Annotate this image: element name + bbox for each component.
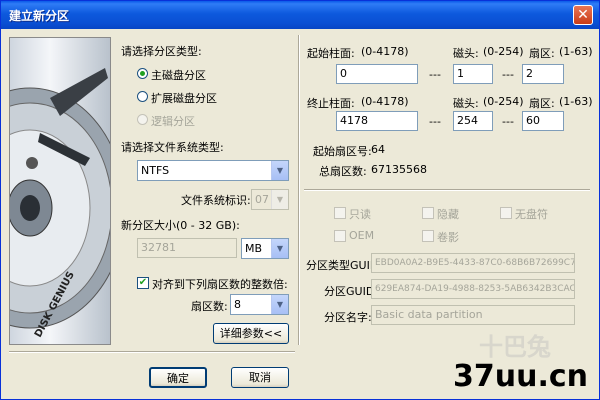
no-letter-label: 无盘符 <box>515 208 548 221</box>
shadow-label: 卷影 <box>437 231 459 244</box>
shadow-checkbox <box>422 230 434 242</box>
cancel-button[interactable]: 取消 <box>231 367 289 388</box>
chevron-down-icon: ▼ <box>271 295 288 314</box>
radio-primary-label[interactable]: 主磁盘分区 <box>151 67 206 83</box>
radio-extended-label[interactable]: 扩展磁盘分区 <box>151 90 217 106</box>
start-cyl-input[interactable]: 0 <box>336 64 418 84</box>
align-checkbox[interactable]: ✔ <box>137 277 149 289</box>
radio-primary[interactable] <box>137 68 148 79</box>
end-sec-input[interactable]: 60 <box>522 111 564 131</box>
start-sec-label: 扇区: <box>529 47 555 60</box>
end-sec-range: (1-63) <box>559 95 593 108</box>
new-partition-dialog: 建立新分区 ✕ DISK GENIUS 请选择分区类型: 主磁盘分区 扩展磁盘分… <box>0 0 600 400</box>
window-title: 建立新分区 <box>9 9 70 23</box>
size-input[interactable]: 32781 <box>137 238 237 258</box>
end-cyl-label: 终止柱面: <box>307 97 355 110</box>
part-name-label: 分区名字: <box>324 311 372 324</box>
fs-type-label: 请选择文件系统类型: <box>121 141 224 154</box>
size-unit-value: MB <box>245 242 263 255</box>
chevron-down-icon: ▼ <box>271 161 288 180</box>
end-head-range: (0-254) <box>483 95 524 108</box>
watermark-site: 37uu.cn <box>453 359 588 394</box>
ok-button[interactable]: 确定 <box>149 367 207 388</box>
horizontal-divider <box>304 189 590 191</box>
title-bar[interactable]: 建立新分区 ✕ <box>1 1 599 29</box>
fs-id-value: 07 <box>255 193 269 206</box>
bottom-divider <box>9 351 295 353</box>
watermark-logo: 十巴兔 <box>479 333 551 361</box>
hard-disk-illustration: DISK GENIUS <box>10 68 110 339</box>
size-label: 新分区大小(0 - 32 GB): <box>121 219 240 232</box>
hidden-checkbox <box>422 207 434 219</box>
details-button[interactable]: 详细参数<< <box>213 323 289 344</box>
radio-extended[interactable] <box>137 91 148 102</box>
end-cyl-input[interactable]: 4178 <box>336 111 418 131</box>
fs-id-select: 07 ▼ <box>251 189 289 210</box>
type-guid-input[interactable]: EBD0A0A2-B9E5-4433-87C0-68B6B72699C7 <box>371 253 575 273</box>
end-cyl-range: (0-4178) <box>361 95 409 108</box>
readonly-checkbox <box>334 207 346 219</box>
vertical-divider <box>298 35 300 345</box>
dash-1: --- <box>429 68 441 81</box>
align-label[interactable]: 对齐到下列扇区数的整数倍: <box>152 276 288 292</box>
chevron-down-icon: ▼ <box>271 190 288 209</box>
disk-genius-image: DISK GENIUS <box>9 37 111 345</box>
size-unit-select[interactable]: MB ▼ <box>241 238 289 259</box>
start-sector-value: 64 <box>371 143 385 156</box>
sectors-label: 扇区数: <box>191 300 228 313</box>
fs-id-label: 文件系统标识: <box>181 194 251 207</box>
dash-3: --- <box>429 115 441 128</box>
partition-type-label: 请选择分区类型: <box>121 45 202 58</box>
oem-checkbox <box>334 230 346 242</box>
fs-type-select[interactable]: NTFS ▼ <box>137 160 289 181</box>
start-head-label: 磁头: <box>453 47 479 60</box>
part-guid-label: 分区GUID: <box>324 285 378 298</box>
dash-4: --- <box>502 115 514 128</box>
start-cyl-label: 起始柱面: <box>307 47 355 60</box>
dash-2: --- <box>502 68 514 81</box>
end-head-input[interactable]: 254 <box>453 111 493 131</box>
total-sectors-value: 67135568 <box>371 163 427 176</box>
oem-label: OEM <box>349 229 375 242</box>
part-name-input[interactable]: Basic data partition <box>371 305 575 325</box>
start-sector-label: 起始扇区号: <box>313 145 372 158</box>
fs-type-value: NTFS <box>141 164 170 177</box>
close-button[interactable]: ✕ <box>573 5 593 25</box>
start-sec-input[interactable]: 2 <box>522 64 564 84</box>
radio-logical-label: 逻辑分区 <box>151 115 195 128</box>
start-head-input[interactable]: 1 <box>453 64 493 84</box>
total-sectors-label: 总扇区数: <box>319 165 367 178</box>
chevron-down-icon: ▼ <box>271 239 288 258</box>
hidden-label: 隐藏 <box>437 208 459 221</box>
part-guid-input[interactable]: 629EA874-DA19-4988-8253-5AB6342B3CAC <box>371 279 575 299</box>
readonly-label: 只读 <box>349 208 371 221</box>
sectors-value: 8 <box>234 298 241 311</box>
sectors-select[interactable]: 8 ▼ <box>230 294 289 315</box>
start-cyl-range: (0-4178) <box>361 45 409 58</box>
start-sec-range: (1-63) <box>559 45 593 58</box>
end-head-label: 磁头: <box>453 97 479 110</box>
radio-logical <box>137 114 148 125</box>
end-sec-label: 扇区: <box>529 97 555 110</box>
start-head-range: (0-254) <box>483 45 524 58</box>
no-letter-checkbox <box>500 207 512 219</box>
